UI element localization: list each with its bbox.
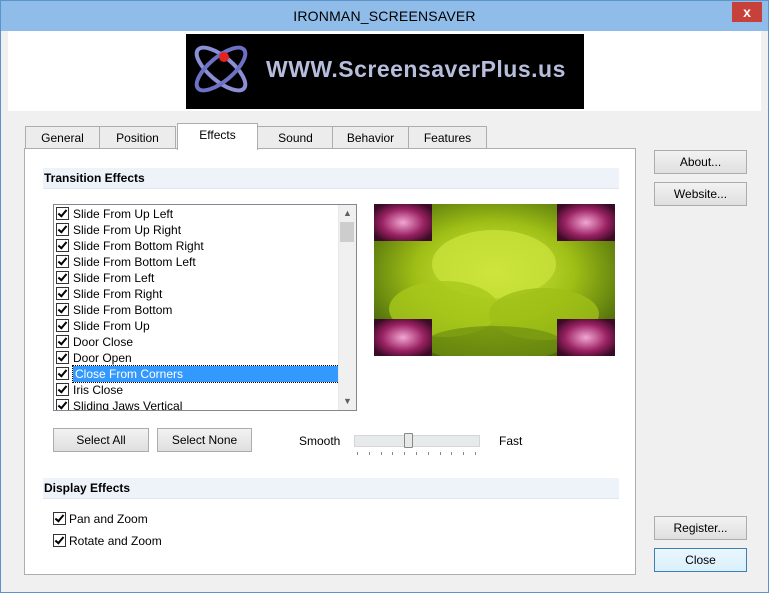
check-icon[interactable] xyxy=(56,335,69,348)
tab-sound[interactable]: Sound xyxy=(257,126,334,149)
app-window: IRONMAN_SCREENSAVER x WWW.ScreensaverPlu… xyxy=(0,0,769,593)
atom-logo-icon xyxy=(194,45,248,93)
scroll-up-arrow-icon[interactable]: ▲ xyxy=(339,205,356,222)
slider-tick xyxy=(404,452,406,455)
rotate-zoom-checkbox[interactable]: Rotate and Zoom xyxy=(53,533,162,549)
list-item[interactable]: Slide From Bottom xyxy=(56,302,336,318)
slider-tick xyxy=(416,452,417,455)
close-button[interactable]: Close xyxy=(654,548,747,572)
list-item[interactable]: Sliding Jaws Vertical xyxy=(56,398,336,410)
slider-tick xyxy=(368,452,370,455)
check-icon[interactable] xyxy=(56,223,69,236)
display-effects-header: Display Effects xyxy=(43,478,619,499)
slider-tick xyxy=(357,452,358,455)
smooth-label: Smooth xyxy=(299,434,341,448)
scroll-thumb[interactable] xyxy=(340,222,354,242)
slider-tick xyxy=(392,452,394,455)
slider-tick xyxy=(475,452,476,455)
banner-text: WWW.ScreensaverPlus.us xyxy=(266,56,566,82)
list-item[interactable]: Slide From Bottom Left xyxy=(56,254,336,270)
list-item[interactable]: Door Open xyxy=(56,350,336,366)
list-item[interactable]: Slide From Right xyxy=(56,286,336,302)
check-icon[interactable] xyxy=(56,383,69,396)
banner-area: WWW.ScreensaverPlus.us xyxy=(8,31,761,111)
check-icon[interactable] xyxy=(56,351,69,364)
pan-zoom-checkbox[interactable]: Pan and Zoom xyxy=(53,511,148,527)
slider-tick xyxy=(439,452,441,455)
transition-effects-header: Transition Effects xyxy=(43,168,619,189)
check-icon[interactable] xyxy=(53,534,66,547)
window-title: IRONMAN_SCREENSAVER xyxy=(293,8,476,24)
effects-panel: Transition Effects Slide From Up Left Sl… xyxy=(24,148,636,575)
banner-image: WWW.ScreensaverPlus.us xyxy=(186,34,584,109)
tab-features[interactable]: Features xyxy=(408,126,487,149)
transition-effects-list[interactable]: Slide From Up Left Slide From Up Right S… xyxy=(53,204,357,411)
check-icon[interactable] xyxy=(56,367,69,380)
slider-tick xyxy=(463,452,465,455)
scroll-down-arrow-icon[interactable]: ▼ xyxy=(339,393,356,410)
fast-label: Fast xyxy=(499,434,523,448)
list-item[interactable]: Slide From Bottom Right xyxy=(56,238,336,254)
speed-slider-track[interactable] xyxy=(354,435,480,447)
check-icon[interactable] xyxy=(56,399,69,410)
list-item[interactable]: Slide From Up xyxy=(56,318,336,334)
tab-position[interactable]: Position xyxy=(99,126,176,149)
check-icon[interactable] xyxy=(56,255,69,268)
succulent-photo xyxy=(374,204,615,356)
tab-general[interactable]: General xyxy=(25,126,100,149)
list-item[interactable]: Slide From Up Right xyxy=(56,222,336,238)
window-close-button[interactable]: x xyxy=(732,2,762,22)
check-icon[interactable] xyxy=(56,303,69,316)
slider-tick xyxy=(380,452,382,455)
select-none-button[interactable]: Select None xyxy=(157,428,252,452)
speed-slider-thumb[interactable] xyxy=(403,433,413,448)
tab-behavior[interactable]: Behavior xyxy=(332,126,409,149)
list-item-selected[interactable]: Close From Corners xyxy=(56,365,340,383)
about-button[interactable]: About... xyxy=(654,150,747,174)
list-item[interactable]: Iris Close xyxy=(56,382,336,398)
client-area: WWW.ScreensaverPlus.us General Position … xyxy=(8,31,761,585)
website-button[interactable]: Website... xyxy=(654,182,747,206)
effect-preview-image xyxy=(374,204,615,356)
check-icon[interactable] xyxy=(53,512,66,525)
check-icon[interactable] xyxy=(56,319,69,332)
check-icon[interactable] xyxy=(56,239,69,252)
slider-tick xyxy=(427,452,429,455)
select-all-button[interactable]: Select All xyxy=(53,428,149,452)
title-bar[interactable]: IRONMAN_SCREENSAVER x xyxy=(1,1,768,31)
check-icon[interactable] xyxy=(56,271,69,284)
list-scrollbar[interactable]: ▲ ▼ xyxy=(338,205,356,410)
check-icon[interactable] xyxy=(56,207,69,220)
register-button[interactable]: Register... xyxy=(654,516,747,540)
list-item[interactable]: Slide From Up Left xyxy=(56,206,336,222)
list-item[interactable]: Door Close xyxy=(56,334,336,350)
check-icon[interactable] xyxy=(56,287,69,300)
slider-tick xyxy=(451,452,453,455)
list-item[interactable]: Slide From Left xyxy=(56,270,336,286)
tab-effects[interactable]: Effects xyxy=(177,123,258,150)
